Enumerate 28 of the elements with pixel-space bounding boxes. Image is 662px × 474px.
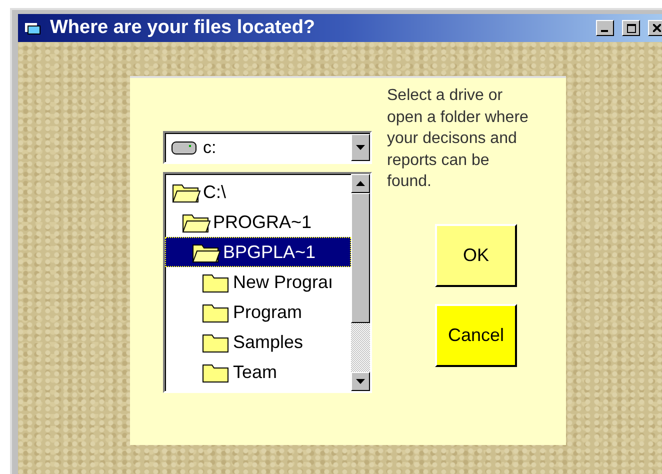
down-arrow-icon bbox=[356, 379, 365, 384]
folder-item[interactable]: PROGRA~1 bbox=[165, 207, 351, 237]
scroll-down-button[interactable] bbox=[351, 372, 370, 391]
scroll-thumb[interactable] bbox=[351, 193, 370, 323]
cancel-button[interactable]: Cancel bbox=[435, 304, 517, 366]
up-arrow-icon bbox=[356, 181, 365, 186]
close-button[interactable] bbox=[648, 20, 662, 36]
folder-item[interactable]: C:\ bbox=[165, 177, 351, 207]
drive-dropdown[interactable]: c: bbox=[163, 131, 372, 164]
maximize-icon bbox=[626, 24, 636, 32]
scroll-up-button[interactable] bbox=[351, 174, 370, 193]
instructions-text: Select a drive or open a folder where your decisons and reports can be found. bbox=[387, 86, 529, 192]
folder-item[interactable]: Samples bbox=[165, 327, 351, 357]
maximize-button[interactable] bbox=[622, 20, 640, 36]
folder-item[interactable]: New Prograı bbox=[165, 267, 351, 297]
folder-item[interactable]: Team bbox=[165, 357, 351, 387]
down-arrow-icon bbox=[356, 145, 365, 150]
scrollbar[interactable] bbox=[351, 174, 370, 391]
window-title: Where are your files located? bbox=[50, 17, 316, 39]
minimize-button[interactable] bbox=[596, 20, 614, 36]
folder-item[interactable]: Program bbox=[165, 297, 351, 327]
ok-button[interactable]: OK bbox=[435, 224, 517, 286]
drive-value: c: bbox=[203, 138, 218, 158]
app-icon bbox=[24, 21, 42, 35]
folder-item[interactable]: BPGPLA~1 bbox=[165, 237, 351, 267]
drive-icon bbox=[171, 140, 197, 154]
close-icon bbox=[653, 24, 661, 32]
dropdown-button[interactable] bbox=[351, 134, 370, 161]
